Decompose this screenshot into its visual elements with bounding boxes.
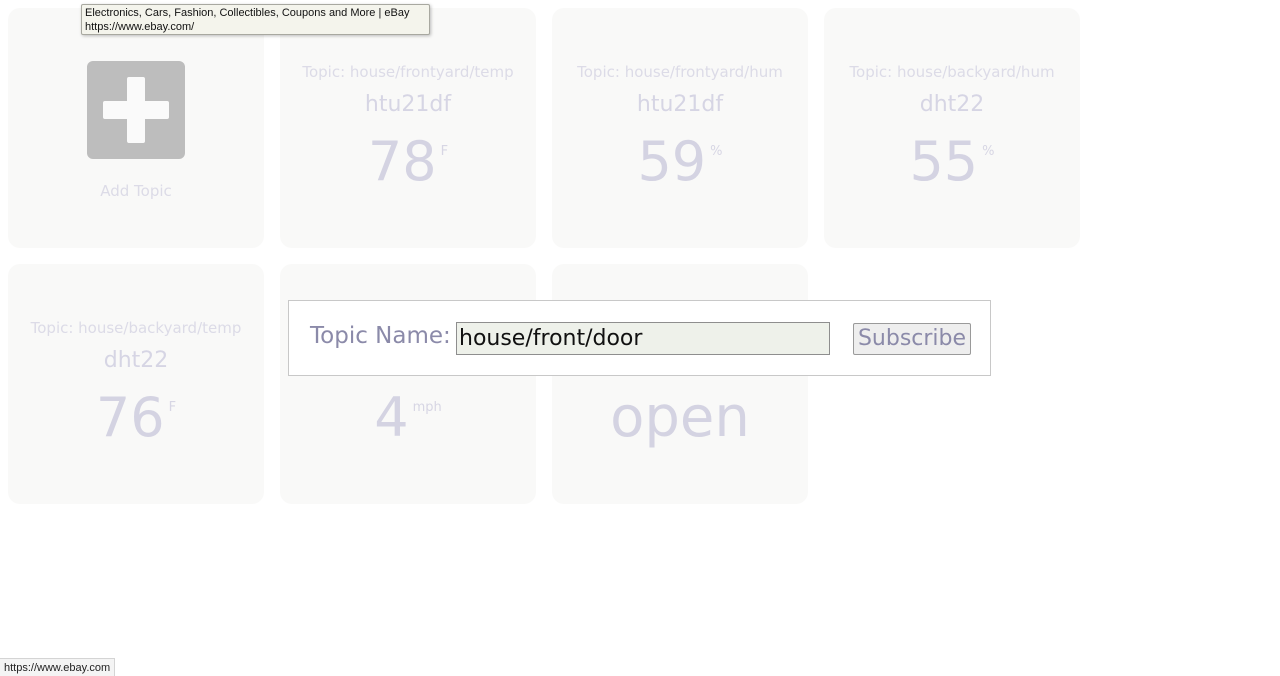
tooltip-title: Electronics, Cars, Fashion, Collectibles…	[85, 7, 410, 19]
sensor-card-backyard-temp: Topic: house/backyard/temp dht22 76 F	[8, 264, 264, 504]
card-topic: Topic: house/backyard/temp	[30, 319, 242, 337]
card-unit: %	[710, 144, 723, 159]
card-value: 4	[374, 386, 409, 449]
add-topic-label: Add Topic	[100, 182, 172, 200]
card-value: 55	[909, 130, 979, 193]
sensor-card-backyard-hum: Topic: house/backyard/hum dht22 55 %	[824, 8, 1080, 248]
card-sensor: htu21df	[364, 92, 452, 117]
sensor-card-frontyard-hum: Topic: house/frontyard/hum htu21df 59 %	[552, 8, 808, 248]
card-topic: Topic: house/frontyard/hum	[577, 63, 783, 81]
card-value: 59	[637, 130, 707, 193]
topic-name-input[interactable]	[456, 322, 830, 355]
card-unit: mph	[412, 400, 442, 415]
card-topic: Topic: house/backyard/hum	[849, 63, 1055, 81]
card-topic: Topic: house/frontyard/temp	[302, 63, 514, 81]
status-bar-url: https://www.ebay.com	[0, 658, 116, 676]
card-unit: %	[982, 144, 995, 159]
card-unit: F	[440, 144, 449, 159]
dashboard-page: Add Topic Topic: house/frontyard/temp ht…	[0, 0, 1280, 676]
card-sensor: dht22	[919, 92, 985, 117]
link-tooltip: Electronics, Cars, Fashion, Collectibles…	[81, 4, 430, 35]
card-unit: F	[168, 400, 177, 415]
subscribe-dialog: Topic Name: Subscribe	[288, 300, 991, 376]
card-sensor: htu21df	[636, 92, 724, 117]
subscribe-button[interactable]: Subscribe	[853, 323, 971, 355]
card-value: open	[610, 385, 750, 450]
card-value: 78	[367, 130, 437, 193]
add-topic-card[interactable]: Add Topic	[8, 8, 264, 248]
tooltip-url: https://www.ebay.com/	[85, 21, 195, 33]
card-value: 76	[95, 386, 165, 449]
card-sensor: dht22	[103, 348, 169, 373]
sensor-card-frontyard-temp: Topic: house/frontyard/temp htu21df 78 F	[280, 8, 536, 248]
topic-name-label: Topic Name:	[310, 323, 451, 349]
plus-icon[interactable]	[87, 61, 185, 159]
